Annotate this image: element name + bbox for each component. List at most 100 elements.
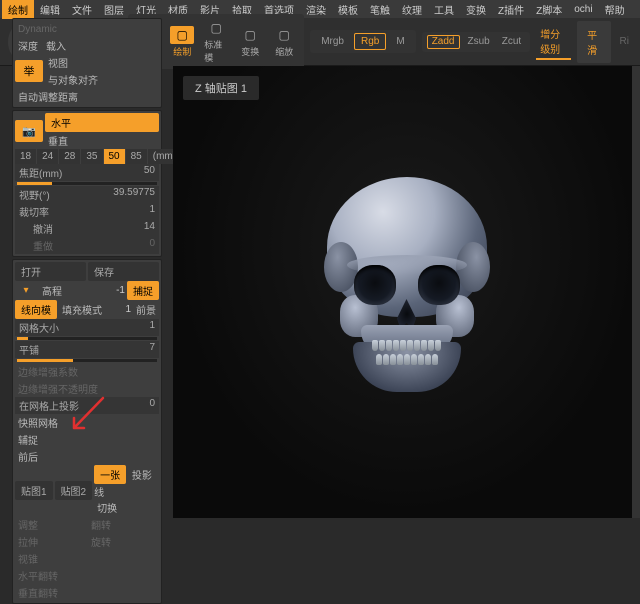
menu-笔触[interactable]: 笔触	[364, 0, 396, 19]
view-label[interactable]: 视图	[45, 54, 159, 71]
fov-row[interactable]: 视野(°)39.59775	[15, 186, 159, 203]
depth-panel: Dynamic 深度载入 举视图与对象对齐 自动调整距离	[12, 18, 162, 108]
tile-slider[interactable]	[17, 359, 157, 362]
rotate-label[interactable]: 旋转	[88, 533, 159, 550]
level-button[interactable]: 水平	[45, 113, 159, 132]
tex1-button[interactable]: 贴图1	[15, 481, 53, 500]
wire-button[interactable]: 线向模	[15, 300, 57, 319]
undo-label: 撤消	[33, 221, 53, 236]
edge-boost-label[interactable]: 边缘增强系数	[15, 363, 159, 380]
grid-label: 网格大小	[19, 320, 59, 335]
snap-button[interactable]: 捕捉	[127, 281, 159, 300]
frontback-label: 前后	[15, 448, 159, 465]
undo-row[interactable]: 撤消14	[15, 220, 159, 237]
proj-on-label: 在网格上投影	[19, 398, 79, 413]
zsub-button[interactable]: Zsub	[464, 36, 494, 48]
menu-Z脚本[interactable]: Z脚本	[530, 0, 568, 19]
menu-图层[interactable]: 图层	[98, 0, 130, 19]
smooth-button[interactable]: 平滑	[577, 21, 610, 63]
one-button[interactable]: 一张	[94, 465, 126, 484]
menu-变换[interactable]: 变换	[460, 0, 492, 19]
menu-ochi[interactable]: ochi	[568, 2, 598, 17]
mm-28[interactable]: 28	[59, 149, 80, 164]
proj-on-row[interactable]: 在网格上投影 0	[15, 397, 159, 414]
menu-Z插件[interactable]: Z插件	[492, 0, 530, 19]
viewport[interactable]: Z 轴贴图 1	[173, 66, 640, 518]
menu-帮助[interactable]: 帮助	[599, 0, 631, 19]
right-scrollbar[interactable]	[632, 66, 640, 518]
menu-工具[interactable]: 工具	[428, 0, 460, 19]
fill-label: 填充模式	[59, 301, 123, 318]
menu-模板[interactable]: 模板	[332, 0, 364, 19]
mm-50[interactable]: 50	[104, 149, 125, 164]
sym-label[interactable]: 与对象对齐	[45, 71, 159, 88]
rgb-button[interactable]: Rgb	[354, 33, 386, 50]
snap2-label[interactable]: 辅捉	[15, 431, 159, 448]
mm-85[interactable]: 85	[126, 149, 147, 164]
mode-缩放[interactable]: ▢缩放	[269, 24, 299, 60]
mrgb-button[interactable]: Mrgb	[315, 34, 350, 49]
save-button[interactable]: 保存	[88, 262, 159, 281]
menu-编辑[interactable]: 编辑	[34, 0, 66, 19]
dropdown-icon[interactable]: ▾	[15, 285, 37, 296]
reset-row[interactable]: 重做0	[15, 237, 159, 254]
mode-绘制[interactable]: ▢绘制	[167, 24, 197, 60]
channel-group: Mrgb Rgb M	[310, 30, 416, 53]
depth2-label: 高程	[39, 282, 114, 299]
right-label: Ri	[617, 35, 632, 48]
flip-label[interactable]: 翻转	[88, 516, 159, 533]
vertical-label[interactable]: 垂直	[45, 132, 159, 149]
blend-group: Zadd Zsub Zcut	[422, 32, 530, 52]
projection-panel: 打开保存 ▾高程-1捕捉 线向模填充模式1前景 网格大小1 平铺7 边缘增强系数…	[12, 259, 162, 604]
mm-35[interactable]: 35	[81, 149, 102, 164]
tile-row[interactable]: 平铺7	[15, 341, 159, 358]
menu-文件[interactable]: 文件	[66, 0, 98, 19]
dynamic-label: Dynamic	[15, 23, 60, 36]
mm-18[interactable]: 18	[15, 149, 36, 164]
m-button[interactable]: M	[390, 34, 410, 49]
proj-on-value: 0	[149, 398, 155, 413]
depth2-value: -1	[116, 285, 125, 296]
focal-value: 50	[144, 165, 155, 180]
tile-value: 7	[149, 342, 155, 357]
viewport-label: Z 轴贴图 1	[183, 76, 259, 100]
focal-label: 焦距(mm)	[19, 165, 62, 180]
mm-24[interactable]: 24	[37, 149, 58, 164]
stretch-label[interactable]: 拉伸	[15, 533, 86, 550]
snapgrid-label[interactable]: 快照网格	[15, 414, 159, 431]
mode-变换[interactable]: ▢变换	[235, 24, 265, 60]
camera-icon[interactable]: 📷	[15, 120, 43, 142]
adjust-label[interactable]: 调整	[15, 516, 86, 533]
zcut-button[interactable]: Zcut	[498, 36, 525, 48]
skull-model[interactable]	[322, 177, 492, 387]
frustum-label[interactable]: 视锥	[15, 550, 159, 567]
depth-label[interactable]: 深度	[15, 37, 41, 54]
import-label[interactable]: 载入	[43, 37, 69, 54]
zadd-button[interactable]: Zadd	[427, 35, 460, 49]
menu-渲染[interactable]: 渲染	[300, 0, 332, 19]
focal-slider[interactable]	[17, 182, 157, 185]
auto-adjust-label[interactable]: 自动调整距离	[15, 88, 159, 105]
menu-绘制[interactable]: 绘制	[2, 0, 34, 19]
left-sidebar: Dynamic 深度载入 举视图与对象对齐 自动调整距离 📷水平垂直 18242…	[12, 18, 162, 604]
menu-bar: 绘制编辑文件图层灯光材质影片拾取首选项渲染模板笔触纹理工具变换Z插件Z脚本och…	[0, 0, 640, 18]
grid-row[interactable]: 网格大小 1	[15, 319, 159, 336]
grid-slider[interactable]	[17, 337, 157, 340]
mode-标准模[interactable]: ▢标准模	[201, 17, 231, 66]
focal-segments: 182428355085(mm)	[15, 149, 159, 164]
grid-value: 1	[149, 320, 155, 335]
edge-opac-label[interactable]: 边缘增强不透明度	[15, 380, 159, 397]
open-button[interactable]: 打开	[15, 262, 86, 281]
crop-row[interactable]: 裁切率1	[15, 203, 159, 220]
fill-value: 1	[125, 304, 131, 315]
tex2-button[interactable]: 贴图2	[55, 481, 93, 500]
hflip-label[interactable]: 水平翻转	[15, 567, 159, 584]
view-icon[interactable]: 举	[15, 60, 43, 82]
front-label[interactable]: 前景	[133, 301, 159, 318]
camera-panel: 📷水平垂直 182428355085(mm) 焦距(mm) 50 视野(°)39.…	[12, 110, 162, 257]
switch-label[interactable]: 切换	[94, 499, 159, 516]
vflip-label[interactable]: 垂直翻转	[15, 584, 159, 601]
menu-纹理[interactable]: 纹理	[396, 0, 428, 19]
fov-value: 39.59775	[113, 187, 155, 202]
focal-row[interactable]: 焦距(mm) 50	[15, 164, 159, 181]
